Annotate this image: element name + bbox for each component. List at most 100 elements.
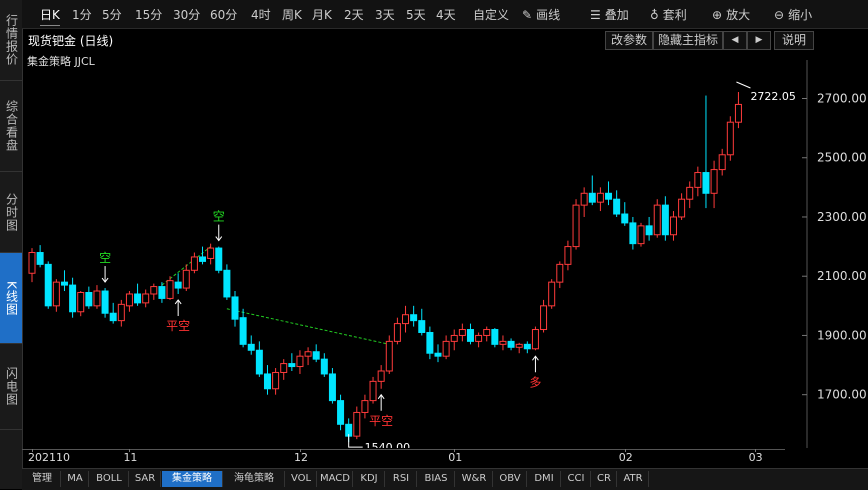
period-tab-7[interactable]: 周K xyxy=(282,6,302,23)
candle-body xyxy=(369,380,377,402)
x-tick-label: 02 xyxy=(618,451,633,464)
date-axis: 202110 11 12 01 02 03 xyxy=(22,449,868,465)
indicator-tab-6[interactable]: VOL xyxy=(286,471,317,487)
zoom-out-tool-button[interactable]: ⊖ 缩小 xyxy=(774,6,812,23)
period-tab-9[interactable]: 2天 xyxy=(344,6,364,23)
period-tab-6[interactable]: 4时 xyxy=(251,6,271,23)
tool-label: 叠加 xyxy=(604,8,629,22)
candle-body xyxy=(483,329,491,336)
left-sidebar: 行情报价 综合看盘 分时图 K线图 闪电图 xyxy=(0,0,23,489)
zoom-in-icon: ⊕ xyxy=(712,8,723,22)
sidebar-item-quotes[interactable]: 行情报价 xyxy=(0,0,22,81)
indicator-tab-10[interactable]: BIAS xyxy=(418,471,455,487)
candle-body xyxy=(507,340,515,348)
stack-tool-button[interactable]: ☰ 叠加 xyxy=(590,6,629,23)
period-tab-5[interactable]: 60分 xyxy=(210,6,237,23)
low-price-label: 1540.00 xyxy=(365,441,411,448)
candle-body xyxy=(702,172,710,194)
candle-body xyxy=(572,204,580,248)
x-tick-mark xyxy=(299,449,301,452)
period-tab-11[interactable]: 5天 xyxy=(406,6,426,23)
indicator-tab-8[interactable]: KDJ xyxy=(354,471,385,487)
indicator-tab-2[interactable]: BOLL xyxy=(90,471,129,487)
candle-body xyxy=(296,355,304,368)
candle-body xyxy=(174,281,182,289)
y-tick-label: 2500.00 xyxy=(817,151,867,165)
candle-body xyxy=(215,247,223,271)
candle-body xyxy=(353,411,361,437)
indicator-tab-0[interactable]: 管理 xyxy=(24,471,61,487)
period-tab-13[interactable]: 自定义 xyxy=(473,6,509,23)
pencil-icon: ✎ xyxy=(522,8,533,22)
candle-body xyxy=(207,247,215,259)
x-tick-label: 11 xyxy=(123,451,138,464)
period-tab-3[interactable]: 15分 xyxy=(135,6,162,23)
indicator-tab-1[interactable]: MA xyxy=(62,471,89,487)
y-tick-label: 1900.00 xyxy=(817,328,867,342)
candle-body xyxy=(410,314,418,322)
candle-body xyxy=(36,252,44,265)
sidebar-item-overview[interactable]: 综合看盘 xyxy=(0,81,22,172)
period-tab-1[interactable]: 1分 xyxy=(72,6,92,23)
candle-body xyxy=(669,216,677,236)
zoom-in-tool-button[interactable]: ⊕ 放大 xyxy=(712,6,750,23)
candle-body xyxy=(231,296,239,320)
next-indicator-button[interactable]: ▶ xyxy=(747,31,771,50)
sidebar-item-flash[interactable]: 闪电图 xyxy=(0,344,22,430)
indicator-tab-13[interactable]: DMI xyxy=(528,471,561,487)
candle-body xyxy=(418,320,426,333)
money-bag-icon: ♁ xyxy=(650,8,659,22)
x-tick-mark xyxy=(754,449,756,452)
x-tick-mark xyxy=(32,449,33,452)
help-button[interactable]: 说明 xyxy=(774,31,814,50)
indicator-tab-12[interactable]: OBV xyxy=(494,471,527,487)
indicator-tab-9[interactable]: RSI xyxy=(386,471,417,487)
period-tab-0[interactable]: 日K xyxy=(40,6,60,26)
indicator-tab-15[interactable]: CR xyxy=(592,471,617,487)
indicator-tab-16[interactable]: ATR xyxy=(618,471,649,487)
period-tab-8[interactable]: 月K xyxy=(312,6,332,23)
indicator-tab-4[interactable]: 集金策略 xyxy=(162,471,223,487)
candle-body xyxy=(182,269,190,289)
hide-indicator-button[interactable]: 隐藏主指标 xyxy=(653,31,723,50)
x-tick-label: 03 xyxy=(748,451,763,464)
period-tab-10[interactable]: 3天 xyxy=(375,6,395,23)
indicator-tab-7[interactable]: MACD xyxy=(318,471,353,487)
candle-body xyxy=(629,222,637,245)
candle-body xyxy=(596,192,604,203)
high-marker-line xyxy=(736,81,751,89)
candle-body xyxy=(142,293,150,304)
candle-body xyxy=(734,103,742,123)
candlestick-chart[interactable]: 2700.00 2500.00 2300.00 2100.00 1900.00 1700.… xyxy=(22,60,868,448)
tool-label: 缩小 xyxy=(788,8,813,22)
candle-body xyxy=(458,329,466,336)
sidebar-item-timeshare[interactable]: 分时图 xyxy=(0,172,22,253)
money-bag-tool-button[interactable]: ♁ 套利 xyxy=(650,6,687,23)
candle-body xyxy=(434,352,442,357)
indicator-tab-14[interactable]: CCI xyxy=(562,471,591,487)
candle-body xyxy=(52,281,60,307)
sidebar-item-kline[interactable]: K线图 xyxy=(0,253,22,344)
candle-body xyxy=(466,329,474,342)
tool-label: 放大 xyxy=(726,8,751,22)
indicator-tab-11[interactable]: W&R xyxy=(456,471,493,487)
period-tab-4[interactable]: 30分 xyxy=(173,6,200,23)
candle-body xyxy=(491,329,499,345)
prev-indicator-button[interactable]: ◀ xyxy=(723,31,747,50)
x-tick-label: 01 xyxy=(448,451,463,464)
period-tab-2[interactable]: 5分 xyxy=(102,6,122,23)
candle-body xyxy=(28,252,36,274)
candle-body xyxy=(694,172,702,188)
indicator-tab-5[interactable]: 海龟策略 xyxy=(224,471,285,487)
candle-body xyxy=(637,225,645,245)
period-tab-12[interactable]: 4天 xyxy=(436,6,456,23)
candle-body xyxy=(426,331,434,354)
pencil-tool-button[interactable]: ✎ 画线 xyxy=(522,6,560,23)
candle-body xyxy=(377,370,385,382)
y-tick-label: 2300.00 xyxy=(817,210,867,224)
candle-body xyxy=(442,340,450,357)
edit-params-button[interactable]: 改参数 xyxy=(605,31,653,50)
tool-label: 画线 xyxy=(536,8,561,22)
indicator-tab-3[interactable]: SAR xyxy=(130,471,161,487)
candle-body xyxy=(475,334,483,342)
